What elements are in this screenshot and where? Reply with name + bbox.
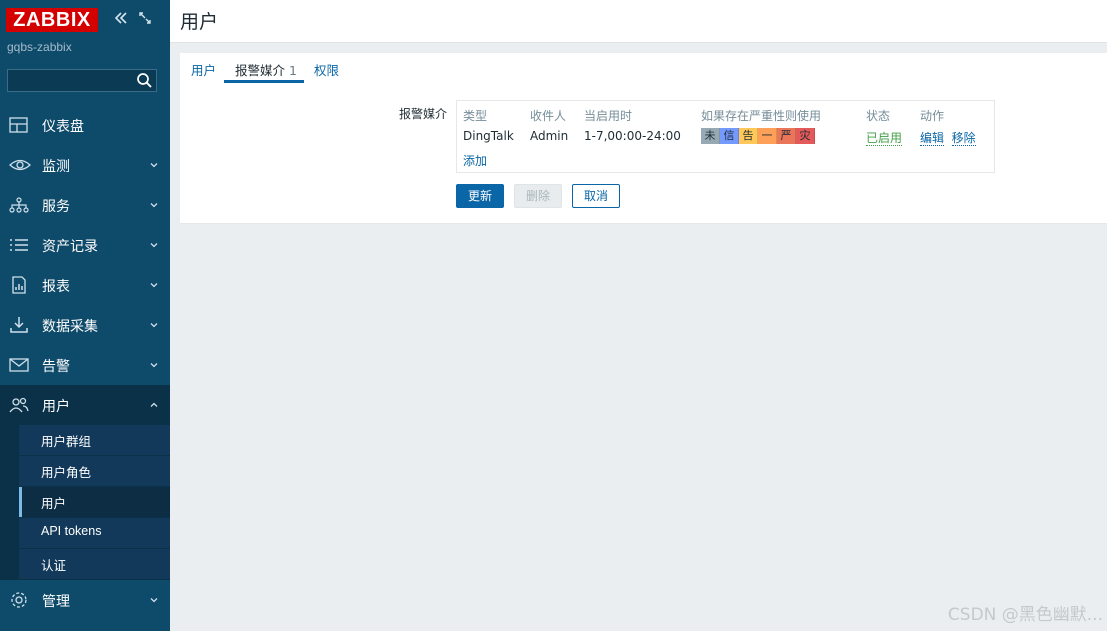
menu-label: 仪表盘 bbox=[42, 119, 84, 135]
main-menu: 仪表盘 监测 服务 资产记录 报表 数据采集 告警 用户 用户群组 用户角色 用… bbox=[0, 105, 170, 620]
tab-media[interactable]: 报警媒介 1 bbox=[235, 60, 297, 79]
page-header: 用户 bbox=[170, 0, 1107, 43]
users-icon bbox=[9, 396, 29, 414]
menu-item-users[interactable]: 用户 bbox=[0, 385, 170, 425]
menu-label: 告警 bbox=[42, 359, 70, 375]
cancel-button[interactable]: 取消 bbox=[572, 184, 620, 208]
services-icon bbox=[9, 196, 29, 214]
media-type-cell: DingTalk bbox=[463, 129, 514, 143]
zabbix-logo[interactable]: ZABBIX bbox=[6, 8, 98, 32]
tab-media-label: 报警媒介 bbox=[235, 63, 286, 78]
severity-badge: 未 bbox=[701, 128, 720, 144]
page-title: 用户 bbox=[180, 11, 219, 33]
collapse-sidebar-icon[interactable] bbox=[112, 10, 130, 28]
severity-badge: 告 bbox=[739, 128, 758, 144]
search-input[interactable] bbox=[12, 72, 134, 91]
remove-media-link[interactable]: 移除 bbox=[951, 131, 976, 146]
menu-item-reports[interactable]: 报表 bbox=[0, 265, 170, 305]
severity-badge: 严 bbox=[777, 128, 796, 144]
menu-item-alerts[interactable]: 告警 bbox=[0, 345, 170, 385]
submenu-label: 用户群组 bbox=[41, 435, 92, 449]
menu-item-inventory[interactable]: 资产记录 bbox=[0, 225, 170, 265]
status-toggle-link[interactable]: 已启用 bbox=[866, 131, 903, 146]
submenu-item-user-groups[interactable]: 用户群组 bbox=[19, 425, 170, 456]
edit-media-link[interactable]: 编辑 bbox=[920, 131, 945, 146]
menu-item-administration[interactable]: 管理 bbox=[0, 580, 170, 620]
dashboard-icon bbox=[9, 116, 29, 134]
submenu-label: 认证 bbox=[41, 559, 67, 573]
chevron-up-icon bbox=[149, 399, 159, 409]
search-box bbox=[7, 69, 157, 92]
chevron-down-icon bbox=[149, 199, 159, 209]
update-button[interactable]: 更新 bbox=[456, 184, 504, 208]
chevron-down-icon bbox=[149, 279, 159, 289]
tab-permissions[interactable]: 权限 bbox=[314, 60, 339, 79]
menu-label: 资产记录 bbox=[42, 239, 98, 255]
list-icon bbox=[9, 236, 29, 254]
severity-badge: 信 bbox=[720, 128, 739, 144]
menu-label: 报表 bbox=[42, 279, 70, 295]
chevron-down-icon bbox=[149, 239, 159, 249]
column-header: 收件人 bbox=[530, 109, 567, 123]
submenu-item-users[interactable]: 用户 bbox=[19, 487, 170, 518]
envelope-icon bbox=[9, 356, 29, 374]
users-submenu: 用户群组 用户角色 用户 API tokens 认证 bbox=[0, 425, 170, 580]
tabs-bar: 用户 报警媒介 1 权限 bbox=[180, 53, 1107, 85]
submenu-label: 用户角色 bbox=[41, 466, 92, 480]
column-header: 类型 bbox=[463, 109, 488, 123]
chevron-down-icon bbox=[149, 159, 159, 169]
gear-icon bbox=[9, 591, 29, 609]
menu-label: 监测 bbox=[42, 159, 70, 175]
submenu-item-user-roles[interactable]: 用户角色 bbox=[19, 456, 170, 487]
search-icon[interactable] bbox=[136, 72, 153, 89]
menu-label: 用户 bbox=[42, 399, 70, 415]
sidebar: ZABBIX gqbs-zabbix 仪表盘 监测 服务 资产记录 报表 数据采… bbox=[0, 0, 170, 631]
submenu-item-authentication[interactable]: 认证 bbox=[19, 549, 170, 580]
severity-badges: 未信告一严灾 bbox=[701, 128, 815, 144]
menu-item-dashboard[interactable]: 仪表盘 bbox=[0, 105, 170, 145]
severity-badge: 灾 bbox=[796, 128, 815, 144]
chevron-down-icon bbox=[149, 594, 159, 604]
menu-item-data-collection[interactable]: 数据采集 bbox=[0, 305, 170, 345]
main-content: 用户 用户 报警媒介 1 权限 报警媒介 类型 收件人 当启用时 如果存在严重性… bbox=[170, 0, 1107, 631]
column-header: 状态 bbox=[866, 109, 891, 123]
actions-cell: 编辑 移除 bbox=[920, 129, 976, 146]
csdn-watermark: CSDN @黑色幽默... bbox=[947, 605, 1103, 625]
delete-button[interactable]: 删除 bbox=[514, 184, 562, 208]
severity-badge: 一 bbox=[758, 128, 777, 144]
logo-row: ZABBIX bbox=[6, 8, 166, 34]
server-name: gqbs-zabbix bbox=[7, 40, 72, 54]
column-header: 动作 bbox=[920, 109, 945, 123]
submenu-item-api-tokens[interactable]: API tokens bbox=[19, 518, 170, 549]
report-icon bbox=[9, 276, 29, 294]
menu-label: 管理 bbox=[42, 594, 70, 610]
active-tab-indicator bbox=[224, 80, 304, 83]
kiosk-mode-icon[interactable] bbox=[136, 10, 154, 28]
submenu-label: 用户 bbox=[41, 497, 67, 511]
column-header: 如果存在严重性则使用 bbox=[701, 109, 822, 123]
add-media-link[interactable]: 添加 bbox=[463, 152, 487, 169]
media-table: 类型 收件人 当启用时 如果存在严重性则使用 状态 动作 DingTalk Ad… bbox=[456, 100, 995, 173]
media-field-label: 报警媒介 bbox=[398, 107, 447, 121]
menu-label: 数据采集 bbox=[42, 319, 98, 335]
eye-icon bbox=[9, 156, 31, 174]
submenu-label: API tokens bbox=[41, 524, 102, 538]
chevron-down-icon bbox=[149, 359, 159, 369]
tab-media-count: 1 bbox=[289, 63, 297, 78]
download-icon bbox=[9, 316, 29, 334]
tab-user[interactable]: 用户 bbox=[191, 60, 216, 79]
recipient-cell: Admin bbox=[530, 129, 569, 143]
menu-item-monitoring[interactable]: 监测 bbox=[0, 145, 170, 185]
chevron-down-icon bbox=[149, 319, 159, 329]
menu-item-services[interactable]: 服务 bbox=[0, 185, 170, 225]
when-active-cell: 1-7,00:00-24:00 bbox=[584, 129, 681, 143]
column-header: 当启用时 bbox=[584, 109, 633, 123]
menu-label: 服务 bbox=[42, 199, 70, 215]
media-form-panel: 报警媒介 类型 收件人 当启用时 如果存在严重性则使用 状态 动作 DingTa… bbox=[180, 84, 1107, 224]
status-cell: 已启用 bbox=[866, 129, 903, 146]
